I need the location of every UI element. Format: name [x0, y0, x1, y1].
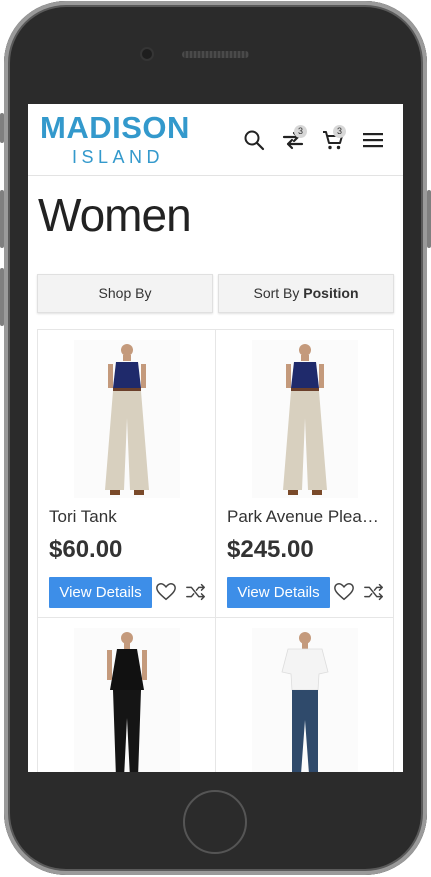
product-name[interactable]: Park Avenue Pleat Front Trousers	[227, 507, 382, 527]
product-price: $245.00	[227, 536, 314, 563]
product-card: Tori Tank $60.00 View Details	[38, 330, 216, 618]
cart-count-badge: 3	[333, 125, 346, 138]
volume-down-button	[0, 268, 4, 326]
compare-shuffle-icon[interactable]	[363, 581, 385, 603]
product-grid: Tori Tank $60.00 View Details Park Avenu…	[37, 329, 394, 772]
product-card: Park Avenue Pleat Front Trousers $245.00…	[216, 330, 394, 618]
product-image[interactable]	[74, 628, 180, 772]
site-header: MADISON ISLAND 3 3	[28, 104, 403, 176]
volume-up-button	[0, 190, 4, 248]
logo-wordmark: MADISON	[40, 110, 190, 145]
wishlist-heart-icon[interactable]	[155, 581, 177, 603]
power-button	[427, 190, 431, 248]
product-name[interactable]: Tori Tank	[49, 507, 209, 527]
app-screen: MADISON ISLAND 3 3 Women Shop By Sort By	[28, 104, 403, 772]
compare-count-badge: 3	[294, 125, 307, 138]
front-camera	[142, 49, 152, 59]
product-card	[38, 618, 216, 772]
product-price: $60.00	[49, 536, 123, 563]
product-image[interactable]	[252, 340, 358, 498]
compare-shuffle-icon[interactable]	[185, 581, 207, 603]
view-details-button[interactable]: View Details	[227, 577, 330, 608]
mute-switch	[0, 113, 4, 143]
sort-by-label: Sort By	[253, 285, 300, 301]
logo-subtitle: ISLAND	[72, 147, 165, 167]
shop-by-button[interactable]: Shop By	[37, 274, 213, 313]
sort-by-button[interactable]: Sort By Position	[218, 274, 394, 313]
product-image[interactable]	[252, 628, 358, 772]
product-image[interactable]	[74, 340, 180, 498]
page-title: Women	[38, 189, 192, 241]
view-details-button[interactable]: View Details	[49, 577, 152, 608]
earpiece-speaker	[182, 51, 249, 58]
shop-by-label: Shop By	[98, 285, 152, 301]
sort-by-value: Position	[303, 285, 359, 301]
wishlist-heart-icon[interactable]	[333, 581, 355, 603]
home-button[interactable]	[183, 790, 247, 854]
search-icon[interactable]	[242, 128, 266, 152]
product-card	[216, 618, 394, 772]
menu-icon[interactable]	[361, 128, 385, 152]
